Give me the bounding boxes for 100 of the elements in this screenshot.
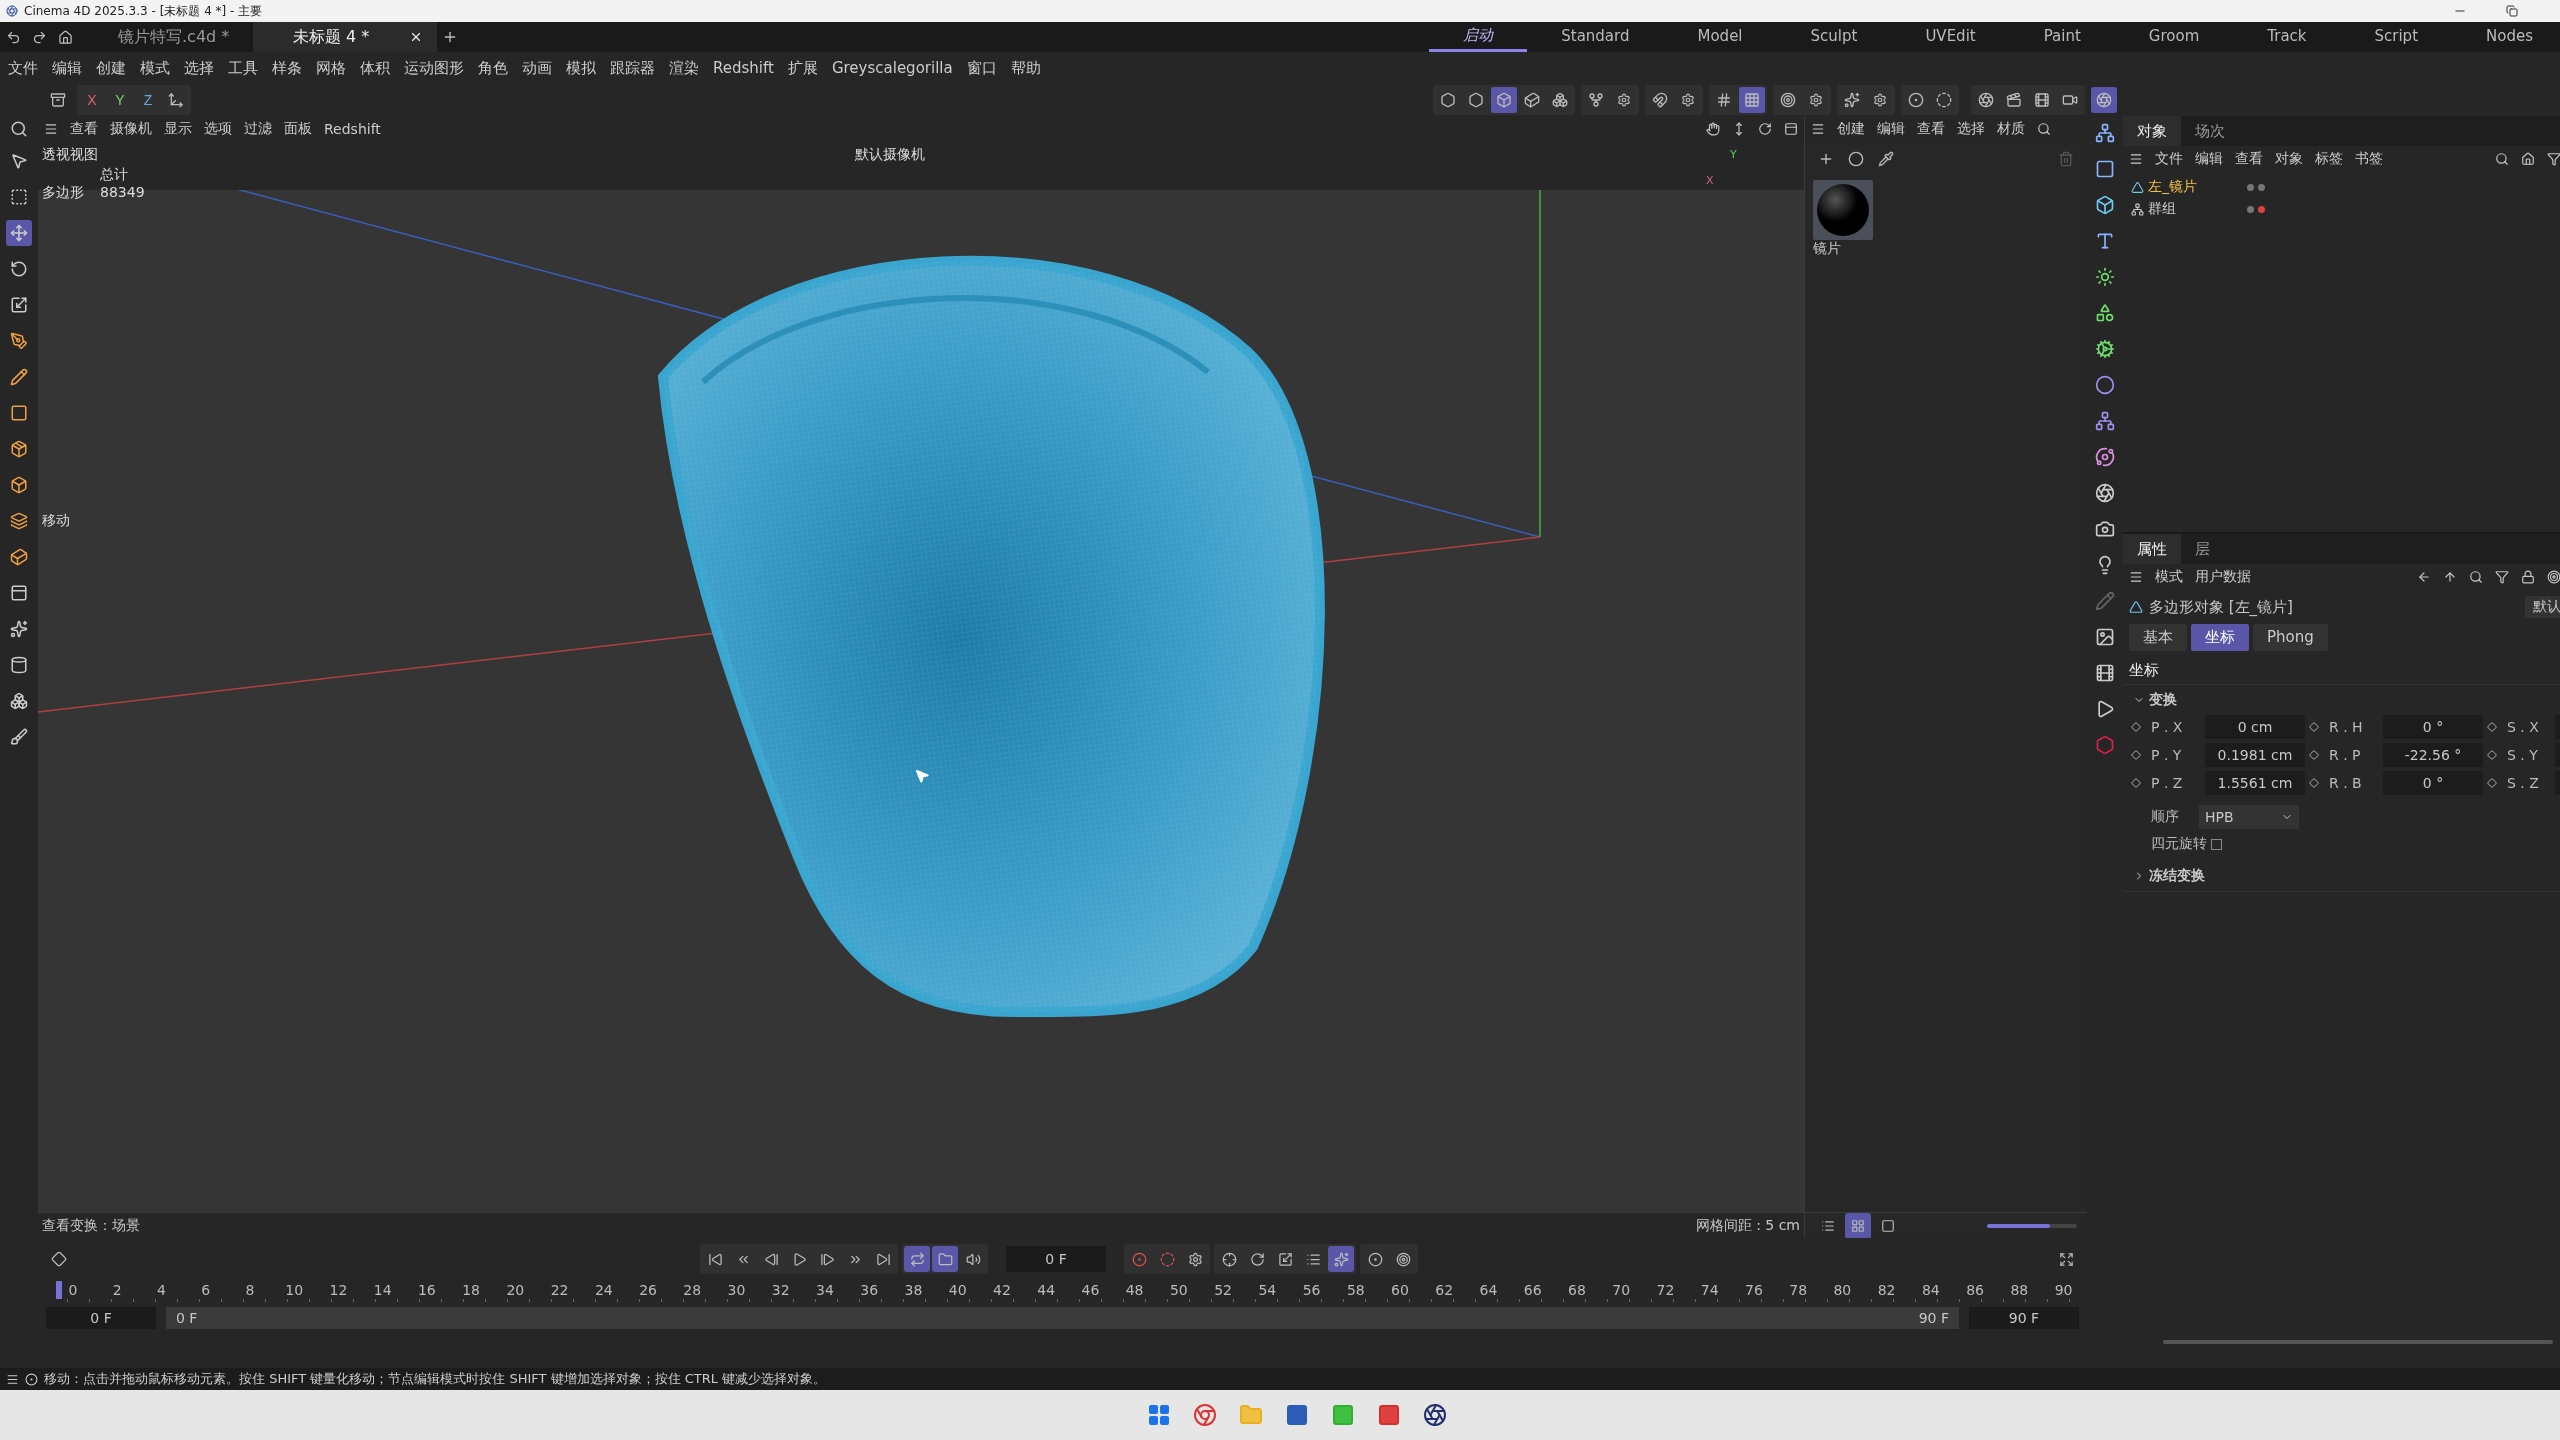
object-menu-item[interactable]: 书签 xyxy=(2355,150,2383,168)
frame-number: 72 xyxy=(1655,1282,1676,1298)
tool-label: 移动 xyxy=(42,512,70,530)
order-dropdown[interactable]: HPB xyxy=(2199,805,2299,829)
axis-toggle[interactable]: Z xyxy=(135,87,161,113)
document-tab[interactable]: 未标题 4 * xyxy=(253,22,438,52)
field-label: S . Y xyxy=(2507,747,2539,763)
field-label: P . Z xyxy=(2151,775,2184,791)
field-label: 顺序 xyxy=(2151,808,2179,826)
number-field[interactable]: 1.5561 cm xyxy=(2205,771,2305,795)
menu-item[interactable]: 网格 xyxy=(316,58,346,78)
menu-item[interactable]: Redshift xyxy=(713,59,774,77)
menu-item[interactable]: 文件 xyxy=(8,58,38,78)
menu-item[interactable]: 编辑 xyxy=(52,58,82,78)
axis-toggle[interactable]: X xyxy=(79,87,105,113)
stats-value: 88349 xyxy=(100,184,145,200)
panel-tab[interactable]: 属性 xyxy=(2123,534,2181,564)
attribute-tab[interactable]: 基本 xyxy=(2129,624,2187,651)
menu-item[interactable]: Greyscalegorilla xyxy=(831,59,953,77)
menu-item[interactable]: 帮助 xyxy=(1010,58,1041,78)
menu-item[interactable]: 工具 xyxy=(228,58,258,78)
start-frame-field[interactable]: 0 F xyxy=(46,1307,156,1329)
attribute-tab[interactable]: 坐标 xyxy=(2191,624,2249,651)
field-label: R . H xyxy=(2329,719,2364,735)
field-label: R . P xyxy=(2329,747,2362,763)
material-name: 镜片 xyxy=(1813,240,1842,258)
frame-number: 78 xyxy=(1788,1282,1809,1298)
frame-number: 24 xyxy=(593,1282,614,1298)
object-menu-item[interactable]: 标签 xyxy=(2315,150,2343,168)
layout-tab[interactable]: Model xyxy=(1663,22,1777,52)
material-menu-item[interactable]: 查看 xyxy=(1917,120,1945,138)
menu-item[interactable]: 窗口 xyxy=(966,58,997,78)
attribute-tab[interactable]: Phong xyxy=(2253,624,2328,651)
number-field[interactable]: 0 cm xyxy=(2205,715,2305,739)
viewport-menu-item[interactable]: 面板 xyxy=(284,120,312,138)
menu-item[interactable]: 样条 xyxy=(272,58,302,78)
viewport-menu-item[interactable]: 摄像机 xyxy=(110,120,152,138)
material-menu-item[interactable]: 编辑 xyxy=(1877,120,1905,138)
frame-number: 8 xyxy=(244,1282,256,1298)
stats-header: 总计 xyxy=(100,166,128,184)
object-menu-item[interactable]: 编辑 xyxy=(2195,150,2223,168)
number-field[interactable]: -22.56 ° xyxy=(2383,743,2483,767)
frame-number: 40 xyxy=(947,1282,968,1298)
viewport-menu-item[interactable]: 查看 xyxy=(70,120,98,138)
layout-tab[interactable]: UVEdit xyxy=(1891,22,2010,52)
object-menu-item[interactable]: 文件 xyxy=(2155,150,2183,168)
number-field[interactable]: 0.1981 cm xyxy=(2205,743,2305,767)
frame-range-bar[interactable]: 0 F 90 F xyxy=(166,1307,1959,1329)
panel-tab[interactable]: 场次 xyxy=(2181,116,2239,146)
group-header[interactable]: 冻结变换 xyxy=(2123,853,2560,892)
object-row[interactable]: 群组 xyxy=(2131,198,2265,220)
menu-item[interactable]: 动画 xyxy=(522,58,552,78)
menu-item[interactable]: 跟踪器 xyxy=(610,58,655,78)
menu-item[interactable]: 渲染 xyxy=(669,58,699,78)
menu-item[interactable]: 模拟 xyxy=(566,58,596,78)
material-menu-item[interactable]: 创建 xyxy=(1837,120,1865,138)
layout-tab[interactable]: Track xyxy=(2233,22,2341,52)
viewport-canvas[interactable]: 透视视图 默认摄像机 总计 多边形 88349 移动 Y X xyxy=(38,142,1804,1212)
menu-item[interactable]: 体积 xyxy=(360,58,390,78)
attribute-menu-item[interactable]: 模式 xyxy=(2155,568,2183,586)
layout-tab[interactable]: Standard xyxy=(1527,22,1664,52)
layout-tab[interactable]: Sculpt xyxy=(1776,22,1892,52)
number-field[interactable]: 0 ° xyxy=(2383,771,2483,795)
current-frame-field[interactable]: 0 F xyxy=(1006,1246,1106,1272)
menu-item[interactable]: 模式 xyxy=(140,58,170,78)
layout-tab[interactable]: Paint xyxy=(2009,22,2115,52)
camera-label[interactable]: 默认摄像机 xyxy=(855,146,925,164)
material-menu-item[interactable]: 选择 xyxy=(1957,120,1985,138)
layout-tab[interactable]: Groom xyxy=(2114,22,2234,52)
document-tab[interactable]: 镜片特写.c4d * xyxy=(78,22,253,52)
object-menu-item[interactable]: 查看 xyxy=(2235,150,2263,168)
viewport-menu-item[interactable]: Redshift xyxy=(324,121,381,137)
attribute-menu-item[interactable]: 用户数据 xyxy=(2195,568,2251,586)
menu-item[interactable]: 运动图形 xyxy=(404,58,464,78)
menu-item[interactable]: 选择 xyxy=(184,58,214,78)
panel-tab[interactable]: 对象 xyxy=(2123,116,2181,146)
viewport-menu-item[interactable]: 过滤 xyxy=(244,120,272,138)
view-transform-label: 查看变换：场景 xyxy=(42,1216,140,1235)
menu-item[interactable]: 角色 xyxy=(478,58,508,78)
object-row[interactable]: 左_镜片 xyxy=(2131,176,2265,198)
group-header[interactable]: 变换 xyxy=(2123,685,2560,715)
end-frame-field[interactable]: 90 F xyxy=(1969,1307,2079,1329)
frame-number: 30 xyxy=(726,1282,747,1298)
layout-tab[interactable]: Script xyxy=(2340,22,2453,52)
number-field[interactable]: 0 ° xyxy=(2383,715,2483,739)
frame-number: 70 xyxy=(1611,1282,1632,1298)
frame-number: 58 xyxy=(1345,1282,1366,1298)
layout-tab[interactable]: Nodes xyxy=(2452,22,2560,52)
object-menu-item[interactable]: 对象 xyxy=(2275,150,2303,168)
material-menu-item[interactable]: 材质 xyxy=(1997,120,2025,138)
axis-toggle[interactable]: Y xyxy=(107,87,133,113)
field-label: P . X xyxy=(2151,719,2184,735)
viewport-menu-item[interactable]: 选项 xyxy=(204,120,232,138)
panel-tab[interactable]: 层 xyxy=(2181,534,2224,564)
field-label: S . Z xyxy=(2507,775,2540,791)
menu-item[interactable]: 创建 xyxy=(96,58,126,78)
menu-item[interactable]: 扩展 xyxy=(787,58,818,78)
preset-dropdown[interactable]: 默认 xyxy=(2525,596,2560,618)
frame-number: 50 xyxy=(1168,1282,1189,1298)
viewport-menu-item[interactable]: 显示 xyxy=(164,120,192,138)
